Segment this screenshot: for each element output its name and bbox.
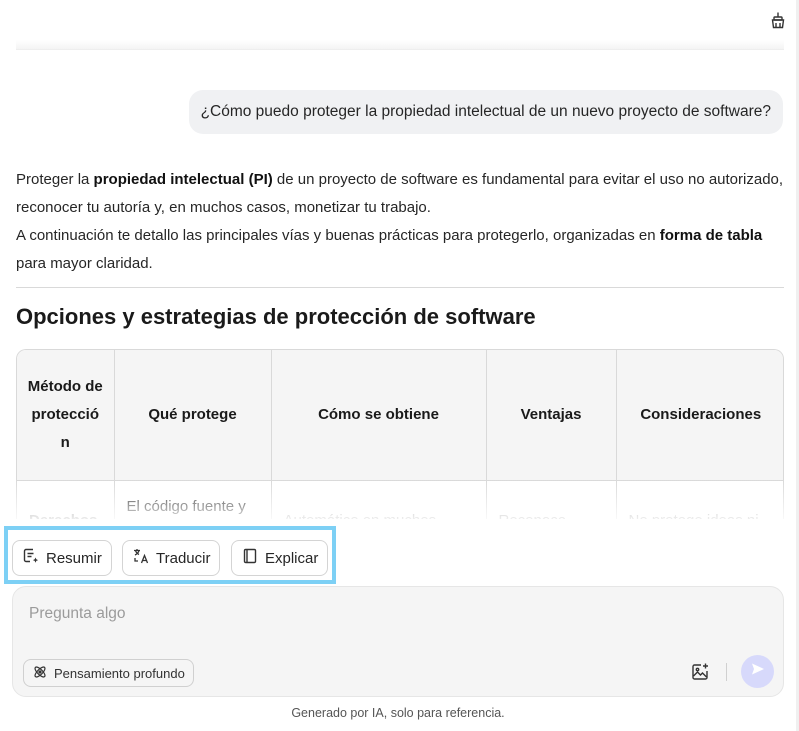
translate-button[interactable]: Traducir <box>122 540 221 576</box>
explain-button[interactable]: Explicar <box>231 540 329 576</box>
image-add-icon[interactable] <box>689 661 711 683</box>
quick-actions-bar: Resumir Traducir Explicar <box>4 526 336 584</box>
table-cell: Derechos <box>17 480 115 519</box>
assistant-answer: Proteger la propiedad intelectual (PI) d… <box>16 166 784 278</box>
translate-icon <box>132 547 150 569</box>
translate-label: Traducir <box>156 549 211 567</box>
answer-paragraph-2: A continuación te detallo las principale… <box>16 222 784 278</box>
table-cell: Automático en muchos <box>271 480 487 519</box>
table-header: Ventajas <box>486 350 617 481</box>
answer-paragraph-1: Proteger la propiedad intelectual (PI) d… <box>16 166 784 222</box>
send-icon <box>750 661 766 682</box>
explain-label: Explicar <box>265 549 319 567</box>
summarize-label: Resumir <box>46 549 102 567</box>
table-cell: No protege ideas ni <box>616 480 783 520</box>
summary-icon <box>22 547 40 569</box>
table-cell: Reconoce <box>486 480 617 519</box>
deep-thinking-label: Pensamiento profundo <box>54 665 185 681</box>
table-header: Método de protecció n <box>17 350 115 481</box>
table-header: Consideraciones <box>616 350 783 481</box>
broom-icon[interactable] <box>768 10 788 30</box>
section-title: Opciones y estrategias de protección de … <box>16 304 536 329</box>
previous-content-edge <box>16 40 784 50</box>
protection-table: Método de protecció n Qué protege Cómo s… <box>16 349 784 519</box>
summarize-button[interactable]: Resumir <box>12 540 112 576</box>
user-message-text: ¿Cómo puedo proteger la propiedad intele… <box>200 103 771 120</box>
answer-bold-text: forma de tabla <box>659 227 763 244</box>
table-row: Derechos El código fuente y Automático e… <box>17 480 783 520</box>
table-header: Qué protege <box>114 350 272 481</box>
user-message-bubble: ¿Cómo puedo proteger la propiedad intele… <box>188 90 783 134</box>
table-header: Cómo se obtiene <box>271 350 487 481</box>
top-bar <box>0 0 799 50</box>
answer-bold-text: propiedad intelectual (PI) <box>93 171 273 188</box>
deep-thinking-button[interactable]: Pensamiento profundo <box>23 659 194 687</box>
atom-icon <box>32 664 48 683</box>
table-header-row: Método de protecció n Qué protege Cómo s… <box>17 350 783 481</box>
answer-text: A continuación te detallo las principale… <box>16 227 660 244</box>
answer-text: para mayor claridad. <box>16 255 153 272</box>
divider <box>16 287 784 288</box>
ai-disclaimer: Generado por IA, solo para referencia. <box>291 706 505 720</box>
input-separator <box>726 663 727 681</box>
book-icon <box>241 547 259 569</box>
chat-input[interactable] <box>29 605 629 623</box>
answer-text: Proteger la <box>16 171 94 188</box>
send-button[interactable] <box>741 655 774 688</box>
table-cell: El código fuente y <box>114 480 272 519</box>
chat-input-box: Pensamiento profundo <box>12 586 784 697</box>
